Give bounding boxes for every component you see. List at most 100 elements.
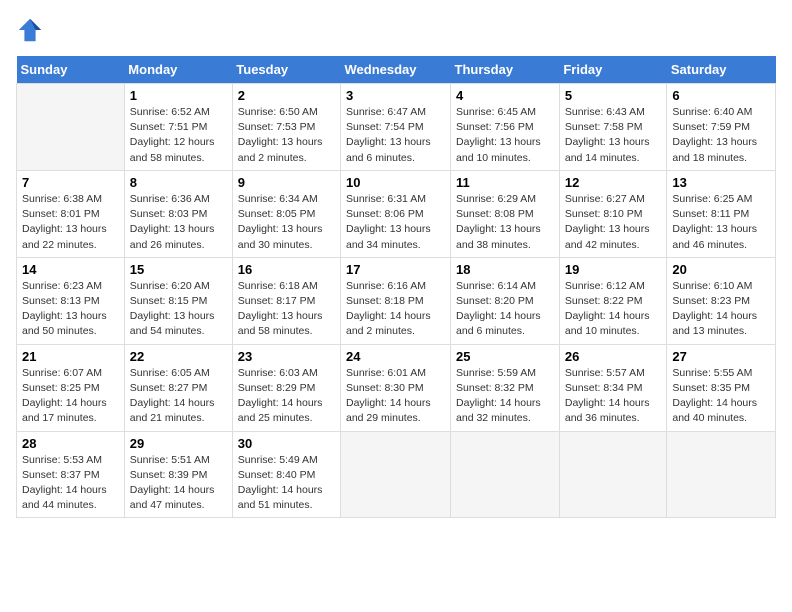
calendar-cell: 7 Sunrise: 6:38 AMSunset: 8:01 PMDaylight…	[17, 170, 125, 257]
calendar-header: SundayMondayTuesdayWednesdayThursdayFrid…	[17, 56, 776, 84]
calendar-cell: 21Sunrise: 6:07 AMSunset: 8:25 PMDayligh…	[17, 344, 125, 431]
calendar-cell: 4Sunrise: 6:45 AMSunset: 7:56 PMDaylight…	[451, 84, 560, 171]
calendar-cell: 24 Sunrise: 6:01 AMSunset: 8:30 PMDayligh…	[341, 344, 451, 431]
day-info: Sunrise: 6:47 AMSunset: 7:54 PMDaylight:…	[346, 105, 445, 166]
calendar-cell: 2 Sunrise: 6:50 AMSunset: 7:53 PMDaylight…	[232, 84, 340, 171]
day-number: 13	[672, 175, 770, 190]
calendar-cell: 25 Sunrise: 5:59 AMSunset: 8:32 PMDayligh…	[451, 344, 560, 431]
day-number: 5	[565, 88, 662, 103]
day-info: Sunrise: 6:45 AMSunset: 7:56 PMDaylight:…	[456, 105, 554, 166]
day-info: Sunrise: 6:52 AMSunset: 7:51 PMDaylight:…	[130, 105, 227, 166]
logo	[16, 16, 48, 44]
calendar-cell: 11Sunrise: 6:29 AMSunset: 8:08 PMDayligh…	[451, 170, 560, 257]
calendar-cell	[341, 431, 451, 518]
day-number: 1	[130, 88, 227, 103]
calendar-cell: 8Sunrise: 6:36 AMSunset: 8:03 PMDaylight…	[124, 170, 232, 257]
calendar-cell: 14 Sunrise: 6:23 AMSunset: 8:13 PMDayligh…	[17, 257, 125, 344]
day-number: 23	[238, 349, 335, 364]
weekday-header: Sunday	[17, 56, 125, 84]
weekday-header: Saturday	[667, 56, 776, 84]
day-info: Sunrise: 6:05 AMSunset: 8:27 PMDaylight:…	[130, 366, 227, 427]
calendar-cell: 26 Sunrise: 5:57 AMSunset: 8:34 PMDayligh…	[559, 344, 667, 431]
calendar-cell: 16Sunrise: 6:18 AMSunset: 8:17 PMDayligh…	[232, 257, 340, 344]
calendar-cell: 12 Sunrise: 6:27 AMSunset: 8:10 PMDayligh…	[559, 170, 667, 257]
calendar-week-row: 21Sunrise: 6:07 AMSunset: 8:25 PMDayligh…	[17, 344, 776, 431]
calendar-week-row: 7 Sunrise: 6:38 AMSunset: 8:01 PMDaylight…	[17, 170, 776, 257]
calendar-cell: 6 Sunrise: 6:40 AMSunset: 7:59 PMDaylight…	[667, 84, 776, 171]
day-info: Sunrise: 6:18 AMSunset: 8:17 PMDaylight:…	[238, 279, 335, 340]
calendar-cell: 10 Sunrise: 6:31 AMSunset: 8:06 PMDayligh…	[341, 170, 451, 257]
day-number: 12	[565, 175, 662, 190]
day-info: Sunrise: 6:12 AMSunset: 8:22 PMDaylight:…	[565, 279, 662, 340]
weekday-header: Wednesday	[341, 56, 451, 84]
calendar-week-row: 28Sunrise: 5:53 AMSunset: 8:37 PMDayligh…	[17, 431, 776, 518]
day-number: 17	[346, 262, 445, 277]
calendar-cell: 30 Sunrise: 5:49 AMSunset: 8:40 PMDayligh…	[232, 431, 340, 518]
calendar-cell: 19 Sunrise: 6:12 AMSunset: 8:22 PMDayligh…	[559, 257, 667, 344]
day-number: 25	[456, 349, 554, 364]
calendar-cell: 17Sunrise: 6:16 AMSunset: 8:18 PMDayligh…	[341, 257, 451, 344]
day-number: 28	[22, 436, 119, 451]
day-info: Sunrise: 6:27 AMSunset: 8:10 PMDaylight:…	[565, 192, 662, 253]
day-number: 18	[456, 262, 554, 277]
day-info: Sunrise: 6:01 AMSunset: 8:30 PMDaylight:…	[346, 366, 445, 427]
day-number: 19	[565, 262, 662, 277]
calendar-cell	[559, 431, 667, 518]
calendar-cell: 9 Sunrise: 6:34 AMSunset: 8:05 PMDaylight…	[232, 170, 340, 257]
calendar-cell: 20 Sunrise: 6:10 AMSunset: 8:23 PMDayligh…	[667, 257, 776, 344]
page-header	[16, 16, 776, 44]
day-info: Sunrise: 6:43 AMSunset: 7:58 PMDaylight:…	[565, 105, 662, 166]
day-info: Sunrise: 6:07 AMSunset: 8:25 PMDaylight:…	[22, 366, 119, 427]
day-number: 26	[565, 349, 662, 364]
calendar-cell	[667, 431, 776, 518]
day-info: Sunrise: 6:20 AMSunset: 8:15 PMDaylight:…	[130, 279, 227, 340]
calendar-cell: 23 Sunrise: 6:03 AMSunset: 8:29 PMDayligh…	[232, 344, 340, 431]
day-number: 10	[346, 175, 445, 190]
calendar-body: 1 Sunrise: 6:52 AMSunset: 7:51 PMDaylight…	[17, 84, 776, 518]
calendar-week-row: 1 Sunrise: 6:52 AMSunset: 7:51 PMDaylight…	[17, 84, 776, 171]
day-info: Sunrise: 5:49 AMSunset: 8:40 PMDaylight:…	[238, 453, 335, 514]
calendar-table: SundayMondayTuesdayWednesdayThursdayFrid…	[16, 56, 776, 518]
weekday-header: Friday	[559, 56, 667, 84]
day-info: Sunrise: 6:50 AMSunset: 7:53 PMDaylight:…	[238, 105, 335, 166]
day-info: Sunrise: 5:51 AMSunset: 8:39 PMDaylight:…	[130, 453, 227, 514]
day-info: Sunrise: 6:14 AMSunset: 8:20 PMDaylight:…	[456, 279, 554, 340]
calendar-cell: 22 Sunrise: 6:05 AMSunset: 8:27 PMDayligh…	[124, 344, 232, 431]
day-info: Sunrise: 5:59 AMSunset: 8:32 PMDaylight:…	[456, 366, 554, 427]
day-number: 14	[22, 262, 119, 277]
day-info: Sunrise: 6:38 AMSunset: 8:01 PMDaylight:…	[22, 192, 119, 253]
logo-icon	[16, 16, 44, 44]
weekday-header: Tuesday	[232, 56, 340, 84]
day-info: Sunrise: 6:31 AMSunset: 8:06 PMDaylight:…	[346, 192, 445, 253]
day-number: 6	[672, 88, 770, 103]
day-info: Sunrise: 6:36 AMSunset: 8:03 PMDaylight:…	[130, 192, 227, 253]
day-info: Sunrise: 6:25 AMSunset: 8:11 PMDaylight:…	[672, 192, 770, 253]
day-number: 27	[672, 349, 770, 364]
calendar-week-row: 14 Sunrise: 6:23 AMSunset: 8:13 PMDayligh…	[17, 257, 776, 344]
day-number: 22	[130, 349, 227, 364]
day-number: 11	[456, 175, 554, 190]
day-info: Sunrise: 6:03 AMSunset: 8:29 PMDaylight:…	[238, 366, 335, 427]
calendar-cell: 13 Sunrise: 6:25 AMSunset: 8:11 PMDayligh…	[667, 170, 776, 257]
day-number: 20	[672, 262, 770, 277]
day-number: 29	[130, 436, 227, 451]
day-number: 7	[22, 175, 119, 190]
day-info: Sunrise: 6:34 AMSunset: 8:05 PMDaylight:…	[238, 192, 335, 253]
day-info: Sunrise: 5:55 AMSunset: 8:35 PMDaylight:…	[672, 366, 770, 427]
day-info: Sunrise: 6:10 AMSunset: 8:23 PMDaylight:…	[672, 279, 770, 340]
day-number: 2	[238, 88, 335, 103]
day-info: Sunrise: 6:23 AMSunset: 8:13 PMDaylight:…	[22, 279, 119, 340]
day-number: 3	[346, 88, 445, 103]
calendar-cell: 28Sunrise: 5:53 AMSunset: 8:37 PMDayligh…	[17, 431, 125, 518]
day-info: Sunrise: 6:40 AMSunset: 7:59 PMDaylight:…	[672, 105, 770, 166]
day-number: 24	[346, 349, 445, 364]
calendar-cell: 15 Sunrise: 6:20 AMSunset: 8:15 PMDayligh…	[124, 257, 232, 344]
weekday-header: Thursday	[451, 56, 560, 84]
calendar-cell: 3 Sunrise: 6:47 AMSunset: 7:54 PMDaylight…	[341, 84, 451, 171]
calendar-cell: 29 Sunrise: 5:51 AMSunset: 8:39 PMDayligh…	[124, 431, 232, 518]
calendar-cell: 27 Sunrise: 5:55 AMSunset: 8:35 PMDayligh…	[667, 344, 776, 431]
day-number: 15	[130, 262, 227, 277]
day-info: Sunrise: 5:57 AMSunset: 8:34 PMDaylight:…	[565, 366, 662, 427]
day-number: 9	[238, 175, 335, 190]
day-number: 30	[238, 436, 335, 451]
